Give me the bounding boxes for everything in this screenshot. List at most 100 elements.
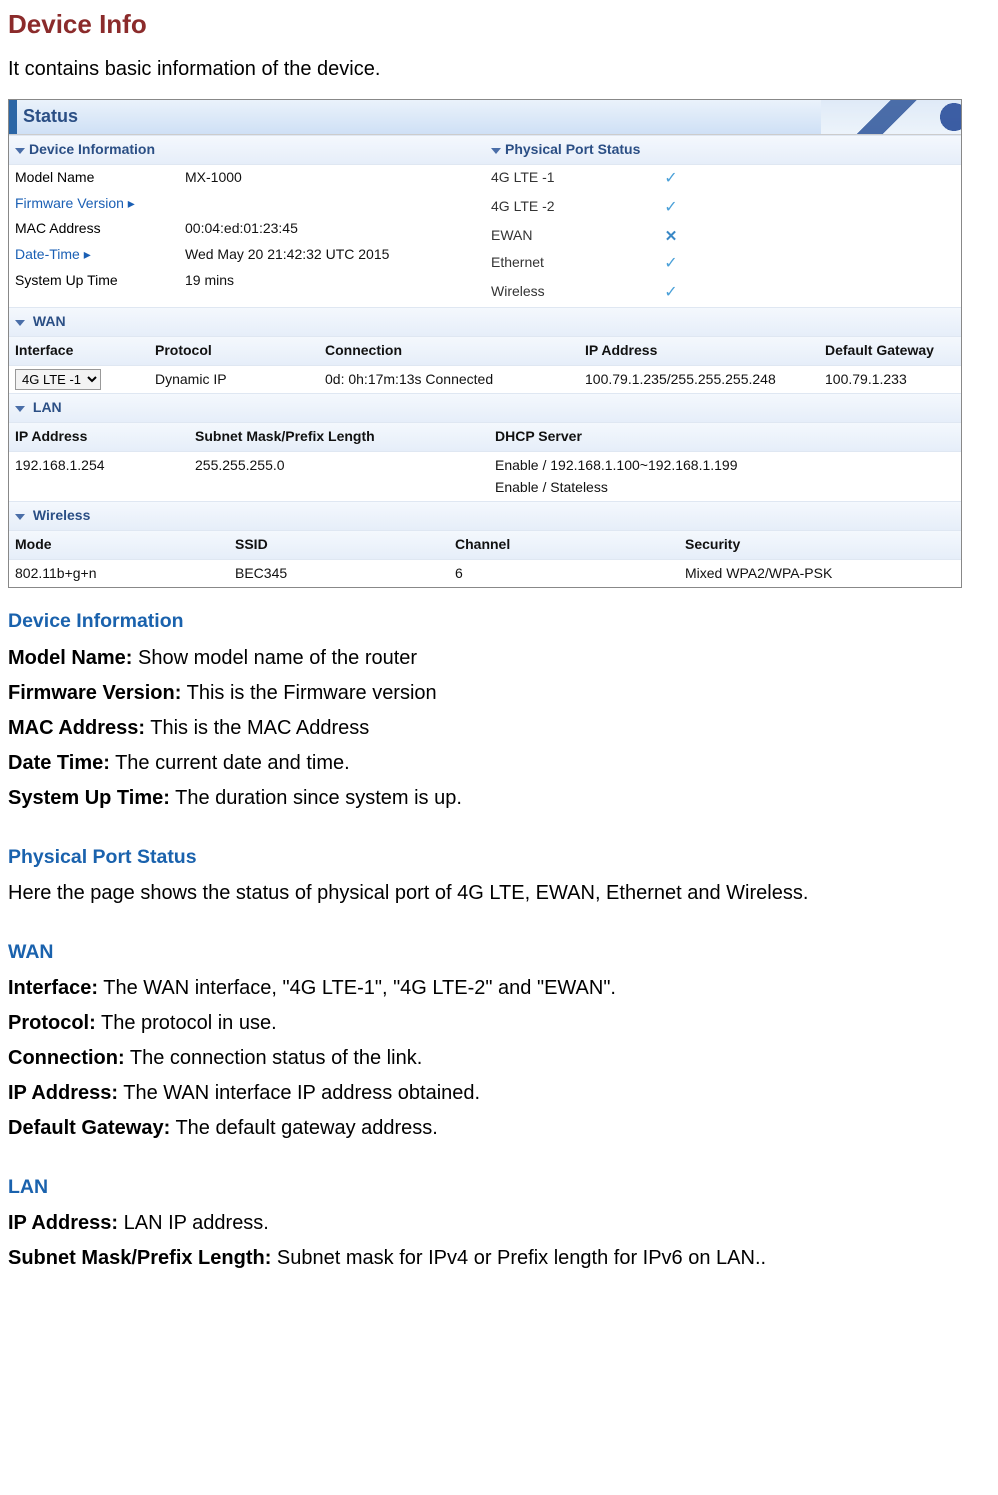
doc-device-info-label: MAC Address:: [8, 717, 145, 739]
doc-device-info-text: This is the MAC Address: [145, 717, 369, 739]
doc-wan-text: The WAN interface, "4G LTE-1", "4G LTE-2…: [98, 977, 616, 999]
doc-lan-label: IP Address:: [8, 1212, 118, 1234]
wan-connection: 0d: 0h:17m:13s Connected: [325, 369, 585, 391]
device-info-value: Wed May 20 21:42:32 UTC 2015: [185, 244, 479, 266]
device-info-label: MAC Address: [15, 218, 185, 240]
status-bar: Status: [9, 100, 961, 135]
port-status-row: 4G LTE -1✓: [485, 165, 961, 194]
device-info-row: Firmware Version ▸: [9, 191, 485, 217]
port-status-row: EWAN✕: [485, 223, 961, 250]
doc-device-info-text: The duration since system is up.: [170, 787, 462, 809]
doc-wan-item: Default Gateway: The default gateway add…: [8, 1113, 988, 1144]
doc-wan-label: Interface:: [8, 977, 98, 999]
wan-header[interactable]: WAN: [9, 307, 961, 337]
check-icon: ✓: [651, 196, 691, 221]
wireless-channel: 6: [455, 563, 685, 585]
doc-wan-label: Connection:: [8, 1047, 125, 1069]
caret-down-icon: [491, 148, 501, 154]
doc-lan-item: Subnet Mask/Prefix Length: Subnet mask f…: [8, 1243, 988, 1274]
doc-lan-text: LAN IP address.: [118, 1212, 269, 1234]
wan-ip: 100.79.1.235/255.255.255.248: [585, 369, 825, 391]
lan-dhcp: Enable / 192.168.1.100~192.168.1.199 Ena…: [495, 455, 955, 498]
device-info-row: System Up Time19 mins: [9, 268, 485, 294]
page-title: Device Info: [8, 4, 988, 44]
doc-device-info-item: System Up Time: The duration since syste…: [8, 783, 988, 814]
device-info-label: Model Name: [15, 167, 185, 189]
doc-ports-title: Physical Port Status: [8, 842, 988, 872]
wireless-header[interactable]: Wireless: [9, 501, 961, 531]
device-info-row: MAC Address00:04:ed:01:23:45: [9, 216, 485, 242]
doc-device-info-item: Date Time: The current date and time.: [8, 748, 988, 779]
doc-device-info-text: This is the Firmware version: [181, 682, 436, 704]
check-icon: ✓: [651, 281, 691, 306]
doc-ports-body: Here the page shows the status of physic…: [8, 878, 988, 909]
check-icon: ✓: [651, 167, 691, 192]
doc-wan-item: Protocol: The protocol in use.: [8, 1008, 988, 1039]
wan-interface-select[interactable]: 4G LTE -1: [15, 369, 101, 390]
wireless-mode: 802.11b+g+n: [15, 563, 235, 585]
doc-lan-title: LAN: [8, 1172, 988, 1202]
port-status-title: Physical Port Status: [505, 141, 640, 157]
port-label: 4G LTE -1: [491, 167, 651, 192]
device-info-value: 19 mins: [185, 270, 479, 292]
wireless-col-ssid: SSID: [235, 534, 455, 556]
wireless-col-security: Security: [685, 534, 955, 556]
doc-device-info-label: Firmware Version:: [8, 682, 181, 704]
device-info-label[interactable]: Date-Time ▸: [15, 244, 185, 266]
wireless-columns: Mode SSID Channel Security: [9, 531, 961, 560]
wan-columns: Interface Protocol Connection IP Address…: [9, 337, 961, 366]
status-accent: [9, 100, 17, 134]
status-screenshot: Status Device Information Model NameMX-1…: [8, 99, 962, 588]
wan-title: WAN: [33, 313, 66, 329]
caret-down-icon: [15, 320, 25, 326]
doc-device-info-title: Device Information: [8, 606, 988, 636]
doc-device-info-label: Model Name:: [8, 647, 132, 669]
device-info-label: System Up Time: [15, 270, 185, 292]
lan-mask: 255.255.255.0: [195, 455, 495, 498]
doc-wan-label: Protocol:: [8, 1012, 96, 1034]
port-status-header[interactable]: Physical Port Status: [485, 135, 961, 165]
doc-device-info-text: Show model name of the router: [132, 647, 417, 669]
caret-down-icon: [15, 514, 25, 520]
port-label: Ethernet: [491, 252, 651, 277]
device-info-value: [185, 193, 479, 215]
port-label: EWAN: [491, 225, 651, 248]
check-icon: ✓: [651, 252, 691, 277]
wireless-col-mode: Mode: [15, 534, 235, 556]
doc-lan-label: Subnet Mask/Prefix Length:: [8, 1247, 271, 1269]
wan-col-connection: Connection: [325, 340, 585, 362]
lan-header[interactable]: LAN: [9, 393, 961, 423]
device-info-label[interactable]: Firmware Version ▸: [15, 193, 185, 215]
doc-wan-title: WAN: [8, 937, 988, 967]
port-label: 4G LTE -2: [491, 196, 651, 221]
doc-device-info-item: MAC Address: This is the MAC Address: [8, 713, 988, 744]
doc-wan-item: Interface: The WAN interface, "4G LTE-1"…: [8, 973, 988, 1004]
doc-wan-item: IP Address: The WAN interface IP address…: [8, 1078, 988, 1109]
wireless-col-channel: Channel: [455, 534, 685, 556]
doc-wan-text: The WAN interface IP address obtained.: [118, 1082, 480, 1104]
doc-lan-item: IP Address: LAN IP address.: [8, 1208, 988, 1239]
wan-col-ip: IP Address: [585, 340, 825, 362]
device-info-header[interactable]: Device Information: [9, 135, 485, 165]
lan-col-ip: IP Address: [15, 426, 195, 448]
wireless-security: Mixed WPA2/WPA-PSK: [685, 563, 955, 585]
lan-ip: 192.168.1.254: [15, 455, 195, 498]
lan-title: LAN: [33, 399, 62, 415]
port-status-row: Ethernet✓: [485, 250, 961, 279]
wireless-row: 802.11b+g+n BEC345 6 Mixed WPA2/WPA-PSK: [9, 560, 961, 588]
device-info-value: MX-1000: [185, 167, 479, 189]
device-info-row: Model NameMX-1000: [9, 165, 485, 191]
caret-down-icon: [15, 148, 25, 154]
wan-col-interface: Interface: [15, 340, 155, 362]
device-info-row: Date-Time ▸Wed May 20 21:42:32 UTC 2015: [9, 242, 485, 268]
wireless-ssid: BEC345: [235, 563, 455, 585]
doc-lan-text: Subnet mask for IPv4 or Prefix length fo…: [271, 1247, 766, 1269]
cross-icon: ✕: [651, 225, 691, 248]
device-info-value: 00:04:ed:01:23:45: [185, 218, 479, 240]
device-info-title: Device Information: [29, 141, 155, 157]
wan-col-protocol: Protocol: [155, 340, 325, 362]
doc-device-info-item: Model Name: Show model name of the route…: [8, 643, 988, 674]
lan-columns: IP Address Subnet Mask/Prefix Length DHC…: [9, 423, 961, 452]
wan-row: 4G LTE -1 Dynamic IP 0d: 0h:17m:13s Conn…: [9, 366, 961, 394]
wan-protocol: Dynamic IP: [155, 369, 325, 391]
